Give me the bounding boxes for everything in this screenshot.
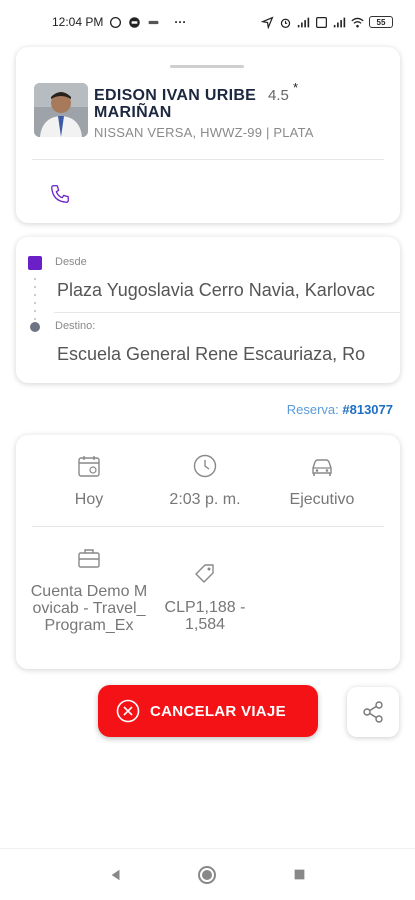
- alarm-icon: [279, 16, 292, 29]
- reservation-number: #813077: [342, 402, 393, 417]
- destination-marker-icon: [30, 322, 40, 332]
- share-icon: [363, 701, 383, 723]
- divider: [54, 312, 400, 313]
- home-circle-icon: [198, 865, 217, 884]
- clock-icon: [193, 454, 217, 478]
- origin-address[interactable]: Plaza Yugoslavia Cerro Navia, Karlovac: [57, 280, 375, 301]
- trip-date: Hoy: [74, 491, 104, 508]
- battery-indicator: 55: [369, 16, 393, 28]
- driver-name: EDISON IVAN URIBE MARIÑAN: [94, 87, 257, 121]
- origin-label: Desde: [55, 256, 87, 268]
- cancel-trip-label: CANCELAR VIAJE: [150, 702, 286, 720]
- status-time: 12:04 PM: [52, 15, 104, 29]
- recents-button[interactable]: [287, 863, 311, 887]
- trip-time: 2:03 p. m.: [169, 491, 241, 508]
- destination-address[interactable]: Escuela General Rene Escauriaza, Ro: [57, 344, 365, 365]
- price-range: CLP1,188 - 1,584: [164, 599, 246, 633]
- account-cell: Cuenta Demo Movicab - Travel_Program_Ex: [29, 545, 149, 634]
- route-line: [34, 275, 36, 321]
- app-notification-icon: [147, 16, 160, 29]
- reservation-label: Reserva:: [286, 402, 339, 417]
- tag-icon: [195, 564, 214, 583]
- driver-card: EDISON IVAN URIBE MARIÑAN 4.5 * NISSAN V…: [16, 47, 400, 223]
- briefcase-icon: [78, 549, 100, 568]
- more-notifications-icon: ···: [174, 15, 187, 29]
- driver-avatar: [34, 83, 88, 137]
- system-nav-bar: [0, 848, 415, 900]
- share-button[interactable]: [347, 687, 399, 737]
- account-name: Cuenta Demo Movicab - Travel_Program_Ex: [30, 583, 148, 634]
- trip-date-cell: Hoy: [29, 453, 149, 508]
- rating-star-icon: *: [293, 80, 299, 95]
- service-type: Ejecutivo: [289, 491, 355, 508]
- car-icon: [312, 459, 332, 476]
- calendar-icon: [78, 456, 100, 477]
- home-button[interactable]: [195, 863, 219, 887]
- signal-icon: [297, 16, 310, 29]
- message-icon: [128, 16, 141, 29]
- driver-rating: 4.5: [268, 87, 289, 104]
- status-right: 55: [261, 15, 393, 29]
- whatsapp-icon: [109, 16, 122, 29]
- back-button[interactable]: [104, 863, 128, 887]
- divider: [32, 159, 384, 160]
- recents-square-icon: [294, 869, 305, 880]
- divider: [32, 526, 384, 527]
- close-circle-icon: [116, 699, 140, 723]
- signal-2-icon: [333, 16, 346, 29]
- status-left: 12:04 PM ···: [52, 15, 186, 29]
- route-card: Desde Plaza Yugoslavia Cerro Navia, Karl…: [16, 237, 400, 383]
- phone-icon: [51, 185, 69, 203]
- origin-marker-icon: [28, 256, 42, 270]
- volte-icon: [315, 16, 328, 29]
- wifi-icon: [351, 16, 364, 29]
- service-type-cell: Ejecutivo: [262, 453, 382, 508]
- vehicle-info: NISSAN VERSA, HWWZ-99 | PLATA: [94, 125, 314, 140]
- trip-info-card: Hoy 2:03 p. m. Ejecutivo Cuenta Demo Mov…: [16, 435, 400, 669]
- drag-handle[interactable]: [170, 65, 244, 68]
- back-triangle-icon: [111, 869, 120, 880]
- location-icon: [261, 15, 274, 29]
- reservation-info: Reserva: #813077: [287, 402, 393, 417]
- price-cell: CLP1,188 - 1,584: [145, 561, 265, 633]
- cancel-trip-button[interactable]: CANCELAR VIAJE: [98, 685, 318, 737]
- trip-time-cell: 2:03 p. m.: [145, 453, 265, 508]
- call-driver-button[interactable]: [48, 182, 72, 206]
- status-bar: 12:04 PM ··· 55: [0, 0, 415, 44]
- destination-label: Destino:: [55, 320, 96, 332]
